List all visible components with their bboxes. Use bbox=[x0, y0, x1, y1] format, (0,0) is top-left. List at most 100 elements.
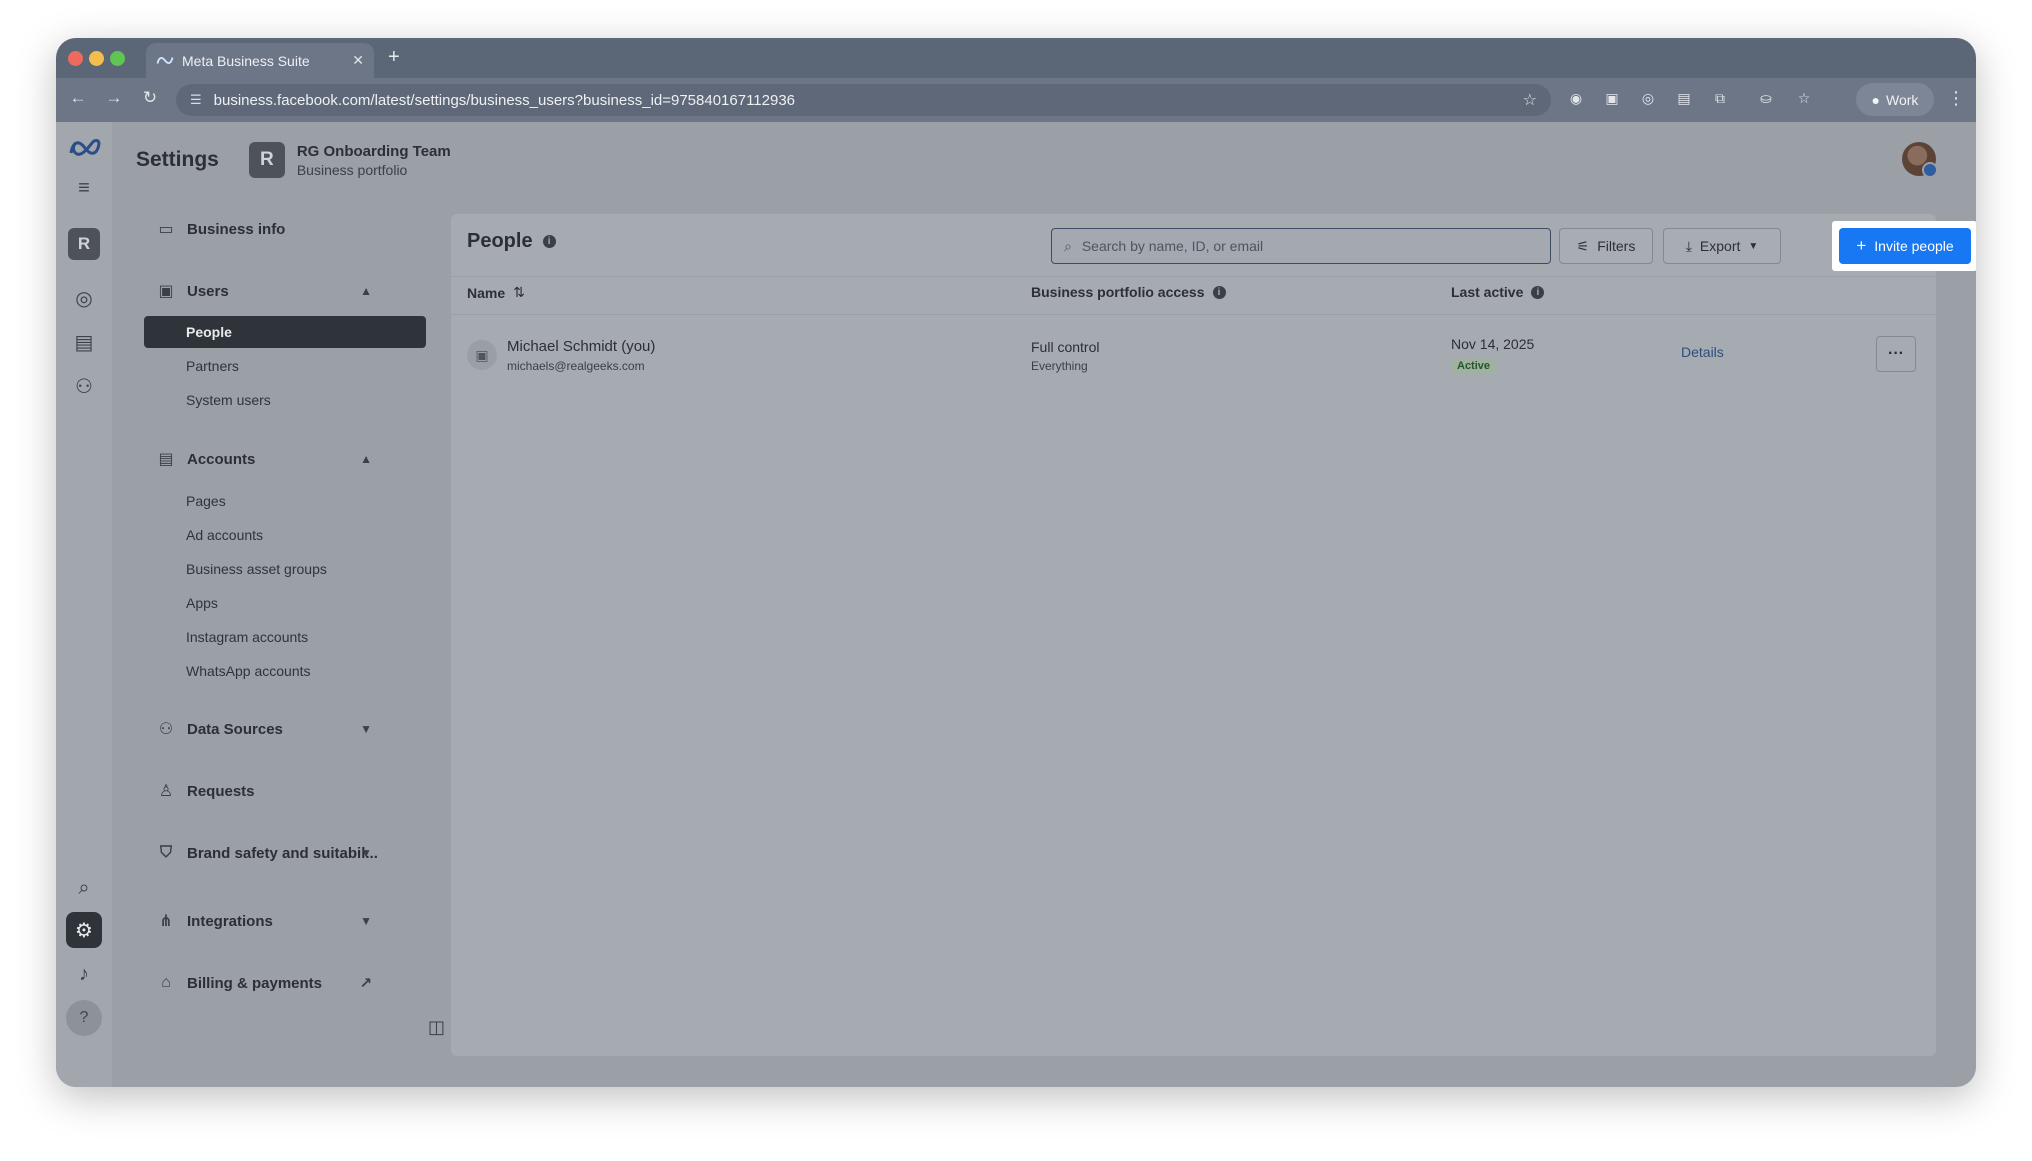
export-label: Export bbox=[1699, 238, 1741, 254]
meta-logo-icon bbox=[156, 57, 174, 64]
reading-list-icon[interactable]: ▤ bbox=[1674, 90, 1694, 110]
settings-header: Settings R RG Onboarding Team Business p… bbox=[136, 142, 451, 178]
info-icon[interactable]: i bbox=[1212, 285, 1226, 299]
column-header-access: Business portfolio access i bbox=[1031, 284, 1226, 300]
meta-logo-icon[interactable] bbox=[68, 138, 102, 158]
browser-toolbar: ← → ↻ ☰ business.facebook.com/latest/set… bbox=[56, 78, 1976, 122]
person-email: michaels@realgeeks.com bbox=[507, 359, 645, 373]
business-subtitle: Business portfolio bbox=[296, 161, 408, 178]
access-detail: Everything bbox=[1031, 359, 1088, 373]
sidebar-item-partners[interactable]: Partners bbox=[144, 351, 426, 381]
notifications-bell-icon[interactable]: ♪ bbox=[66, 956, 102, 992]
sidebar-section-brand-safety[interactable]: ⛉ Brand safety and suitabil... ▼ bbox=[144, 836, 394, 870]
info-icon[interactable]: i bbox=[1531, 285, 1545, 299]
sidebar-section-accounts[interactable]: ▤ Accounts ▲ bbox=[144, 442, 394, 476]
pages-icon[interactable]: ▤ bbox=[66, 324, 102, 360]
app-area: ≡ R ◎ ▤ ⚇ ⌕ ⚙ ♪ ? Settings R RG Onboardi… bbox=[56, 122, 1976, 1087]
bank-icon: ⌂ bbox=[161, 974, 171, 991]
extension-circle-icon[interactable]: ◎ bbox=[1638, 90, 1658, 110]
bookmark-star-icon[interactable]: ☆ bbox=[1523, 90, 1537, 110]
menu-icon[interactable]: ≡ bbox=[66, 170, 102, 206]
collapse-sidebar-icon[interactable]: ◫ bbox=[428, 1017, 445, 1038]
close-tab-icon[interactable]: ✕ bbox=[352, 52, 364, 69]
filters-label: Filters bbox=[1597, 238, 1636, 254]
sidebar-item-label: Pages bbox=[186, 493, 226, 509]
new-tab-icon[interactable]: + bbox=[388, 46, 400, 69]
sidebar-item-apps[interactable]: Apps bbox=[144, 588, 426, 618]
settings-gear-icon[interactable]: ⚙ bbox=[66, 912, 102, 948]
chevron-down-icon: ▼ bbox=[360, 722, 372, 736]
sidebar-item-billing[interactable]: ⌂ Billing & payments ↗ bbox=[144, 966, 394, 1000]
column-label: Name bbox=[467, 284, 506, 301]
sidebar-item-label: Partners bbox=[186, 358, 239, 374]
info-icon[interactable]: i bbox=[542, 235, 556, 248]
sidebar-item-label: People bbox=[186, 324, 232, 340]
sidebar-item-people[interactable]: People bbox=[144, 316, 426, 348]
incognito-icon[interactable]: ⛀ bbox=[1756, 90, 1776, 110]
sidebar-item-business-info[interactable]: ▭ Business info bbox=[144, 212, 394, 246]
sidebar-section-users[interactable]: ▣ Users ▲ bbox=[144, 274, 394, 308]
column-label: Business portfolio access bbox=[1031, 284, 1205, 300]
sidebar-item-requests[interactable]: ♙ Requests bbox=[144, 774, 394, 808]
browser-window: Meta Business Suite ✕ + ← → ↻ ☰ business… bbox=[56, 38, 1976, 1087]
browser-tab[interactable]: Meta Business Suite ✕ bbox=[146, 43, 374, 78]
search-placeholder: Search by name, ID, or email bbox=[1081, 238, 1264, 254]
user-avatar[interactable] bbox=[1902, 142, 1938, 178]
sidebar-item-business-asset-groups[interactable]: Business asset groups bbox=[144, 554, 426, 584]
profile-button[interactable]: ● Work bbox=[1856, 83, 1934, 116]
profile-label: Work bbox=[1886, 91, 1919, 108]
sidebar-item-label: Ad accounts bbox=[186, 527, 264, 543]
extension-password-icon[interactable]: ◉ bbox=[1566, 90, 1586, 110]
person-check-icon: ♙ bbox=[158, 783, 174, 800]
invite-people-button[interactable]: + Invite people bbox=[1839, 228, 1971, 264]
sidebar-item-system-users[interactable]: System users bbox=[144, 385, 426, 415]
status-badge: Active bbox=[1451, 359, 1497, 373]
url-text: business.facebook.com/latest/settings/bu… bbox=[213, 91, 796, 109]
sidebar-section-label: Brand safety and suitabil... bbox=[187, 844, 378, 862]
bookmarks-icon[interactable]: ☆ bbox=[1794, 90, 1814, 110]
minimize-window-button[interactable] bbox=[89, 51, 104, 66]
people-search-input[interactable]: ⌕ Search by name, ID, or email bbox=[1051, 228, 1551, 264]
site-settings-icon[interactable]: ☰ bbox=[190, 92, 202, 108]
person-badge-icon: ▣ bbox=[467, 340, 497, 370]
global-nav-rail: ≡ R ◎ ▤ ⚇ ⌕ ⚙ ♪ ? bbox=[56, 122, 112, 1087]
address-bar[interactable]: ☰ business.facebook.com/latest/settings/… bbox=[176, 84, 1551, 116]
sidebar-item-pages[interactable]: Pages bbox=[144, 486, 426, 516]
shield-icon: ⛉ bbox=[159, 844, 172, 861]
reload-icon[interactable]: ↻ bbox=[138, 88, 162, 108]
business-portfolio-switcher[interactable]: RG Onboarding Team Business portfolio bbox=[297, 143, 451, 178]
extensions-puzzle-icon[interactable]: ⧉ bbox=[1710, 90, 1730, 110]
sort-icon[interactable]: ⇅ bbox=[513, 284, 525, 301]
extension-calendar-icon[interactable]: ▣ bbox=[1602, 90, 1622, 110]
sidebar-item-label: System users bbox=[186, 392, 271, 408]
column-label: Last active bbox=[1451, 284, 1524, 300]
help-icon[interactable]: ? bbox=[66, 1000, 102, 1036]
more-options-button[interactable]: ··· bbox=[1876, 336, 1916, 372]
sidebar-section-integrations[interactable]: ⋔ Integrations ▼ bbox=[144, 904, 394, 938]
sidebar-item-ad-accounts[interactable]: Ad accounts bbox=[144, 520, 426, 550]
browser-menu-icon[interactable]: ⋮ bbox=[1947, 88, 1965, 109]
sidebar-item-whatsapp-accounts[interactable]: WhatsApp accounts bbox=[144, 656, 426, 686]
invite-label: Invite people bbox=[1874, 238, 1954, 254]
download-icon: ⤓ bbox=[1685, 237, 1692, 254]
sidebar-section-label: Users bbox=[187, 282, 229, 300]
sidebar-item-instagram-accounts[interactable]: Instagram accounts bbox=[144, 622, 426, 652]
maximize-window-button[interactable] bbox=[110, 51, 125, 66]
filters-button[interactable]: ⚟ Filters bbox=[1559, 228, 1653, 264]
details-link[interactable]: Details bbox=[1681, 344, 1724, 360]
business-avatar[interactable]: R bbox=[68, 228, 100, 260]
export-button[interactable]: ⤓ Export ▼ bbox=[1663, 228, 1781, 264]
forward-icon[interactable]: → bbox=[102, 88, 126, 108]
tab-strip: Meta Business Suite ✕ + bbox=[56, 38, 1976, 78]
people-icon[interactable]: ⚇ bbox=[66, 368, 102, 404]
sidebar-section-data-sources[interactable]: ⚇ Data Sources ▼ bbox=[144, 712, 394, 746]
search-icon[interactable]: ⌕ bbox=[66, 870, 102, 906]
business-portfolio-avatar[interactable]: R bbox=[248, 142, 285, 178]
compass-icon[interactable]: ◎ bbox=[66, 280, 102, 316]
page-title: Settings bbox=[136, 148, 219, 171]
column-header-name[interactable]: Name ⇅ bbox=[467, 284, 525, 301]
column-header-last-active: Last active i bbox=[1451, 284, 1545, 300]
panel-title: People i bbox=[467, 230, 556, 253]
back-icon[interactable]: ← bbox=[66, 88, 90, 108]
close-window-button[interactable] bbox=[68, 51, 83, 66]
